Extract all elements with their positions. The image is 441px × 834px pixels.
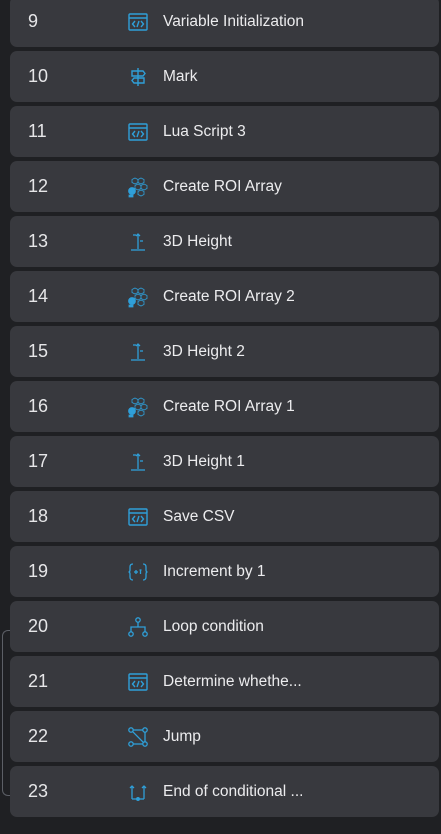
step-row[interactable]: 17 3D Height 1 xyxy=(10,436,439,487)
step-number: 22 xyxy=(28,726,49,746)
step-label: 3D Height xyxy=(163,233,232,250)
step-number: 19 xyxy=(28,561,49,581)
height-measure-icon xyxy=(127,341,149,363)
step-label: Lua Script 3 xyxy=(163,123,246,140)
step-row[interactable]: 21 Determine whethe... xyxy=(10,656,439,707)
step-label: Increment by 1 xyxy=(163,563,266,580)
step-label: Create ROI Array 1 xyxy=(163,398,295,415)
step-number: 16 xyxy=(28,396,49,416)
step-number: 21 xyxy=(28,671,49,691)
step-label: Determine whethe... xyxy=(163,673,302,690)
height-measure-icon xyxy=(127,231,149,253)
step-number: 9 xyxy=(28,11,39,31)
step-row[interactable]: 13 3D Height xyxy=(10,216,439,267)
height-measure-icon xyxy=(127,451,149,473)
step-number: 14 xyxy=(28,286,49,306)
step-label: Save CSV xyxy=(163,508,235,525)
cube-array-icon xyxy=(127,286,149,308)
step-label: Variable Initialization xyxy=(163,13,305,30)
step-row[interactable]: 20 Loop condition xyxy=(10,601,439,652)
cube-array-icon xyxy=(127,176,149,198)
step-number: 12 xyxy=(28,176,49,196)
step-number: 11 xyxy=(28,121,47,141)
cube-array-icon xyxy=(127,396,149,418)
step-label: Create ROI Array 2 xyxy=(163,288,295,305)
step-row[interactable]: 18 Save CSV xyxy=(10,491,439,542)
step-label: 3D Height 2 xyxy=(163,343,245,360)
step-number: 20 xyxy=(28,616,49,636)
branch-icon xyxy=(127,616,149,638)
step-number: 13 xyxy=(28,231,49,251)
flow-step-panel: 9 Variable Initialization 10 Mark 11 Lua S… xyxy=(0,0,441,834)
code-window-icon xyxy=(127,121,149,143)
step-label: Loop condition xyxy=(163,618,264,635)
signpost-icon xyxy=(127,66,149,88)
step-label: 3D Height 1 xyxy=(163,453,245,470)
step-row[interactable]: 14 Create ROI Array 2 xyxy=(10,271,439,322)
step-label: Jump xyxy=(163,728,201,745)
step-number: 18 xyxy=(28,506,49,526)
code-window-icon xyxy=(127,671,149,693)
step-number: 17 xyxy=(28,451,49,471)
step-row[interactable]: 10 Mark xyxy=(10,51,439,102)
step-number: 15 xyxy=(28,341,49,361)
code-window-icon xyxy=(127,506,149,528)
step-row[interactable]: 11 Lua Script 3 xyxy=(10,106,439,157)
step-label: Mark xyxy=(163,68,198,85)
code-window-icon xyxy=(127,11,149,33)
step-number: 10 xyxy=(28,66,49,86)
step-label: Create ROI Array xyxy=(163,178,282,195)
step-row[interactable]: 22 Jump xyxy=(10,711,439,762)
step-row[interactable]: 19 Increment by 1 xyxy=(10,546,439,597)
jump-loop-icon xyxy=(127,726,149,748)
step-label: End of conditional ... xyxy=(163,783,304,800)
step-list: 9 Variable Initialization 10 Mark 11 Lua S… xyxy=(10,0,439,821)
step-row[interactable]: 15 3D Height 2 xyxy=(10,326,439,377)
step-row[interactable]: 23 End of conditional ... xyxy=(10,766,439,817)
step-row[interactable]: 12 Create ROI Array xyxy=(10,161,439,212)
increment-braces-icon xyxy=(127,561,149,583)
step-row[interactable]: 16 Create ROI Array 1 xyxy=(10,381,439,432)
step-row[interactable]: 9 Variable Initialization xyxy=(10,0,439,47)
step-number: 23 xyxy=(28,781,49,801)
end-conditional-icon xyxy=(127,781,149,803)
